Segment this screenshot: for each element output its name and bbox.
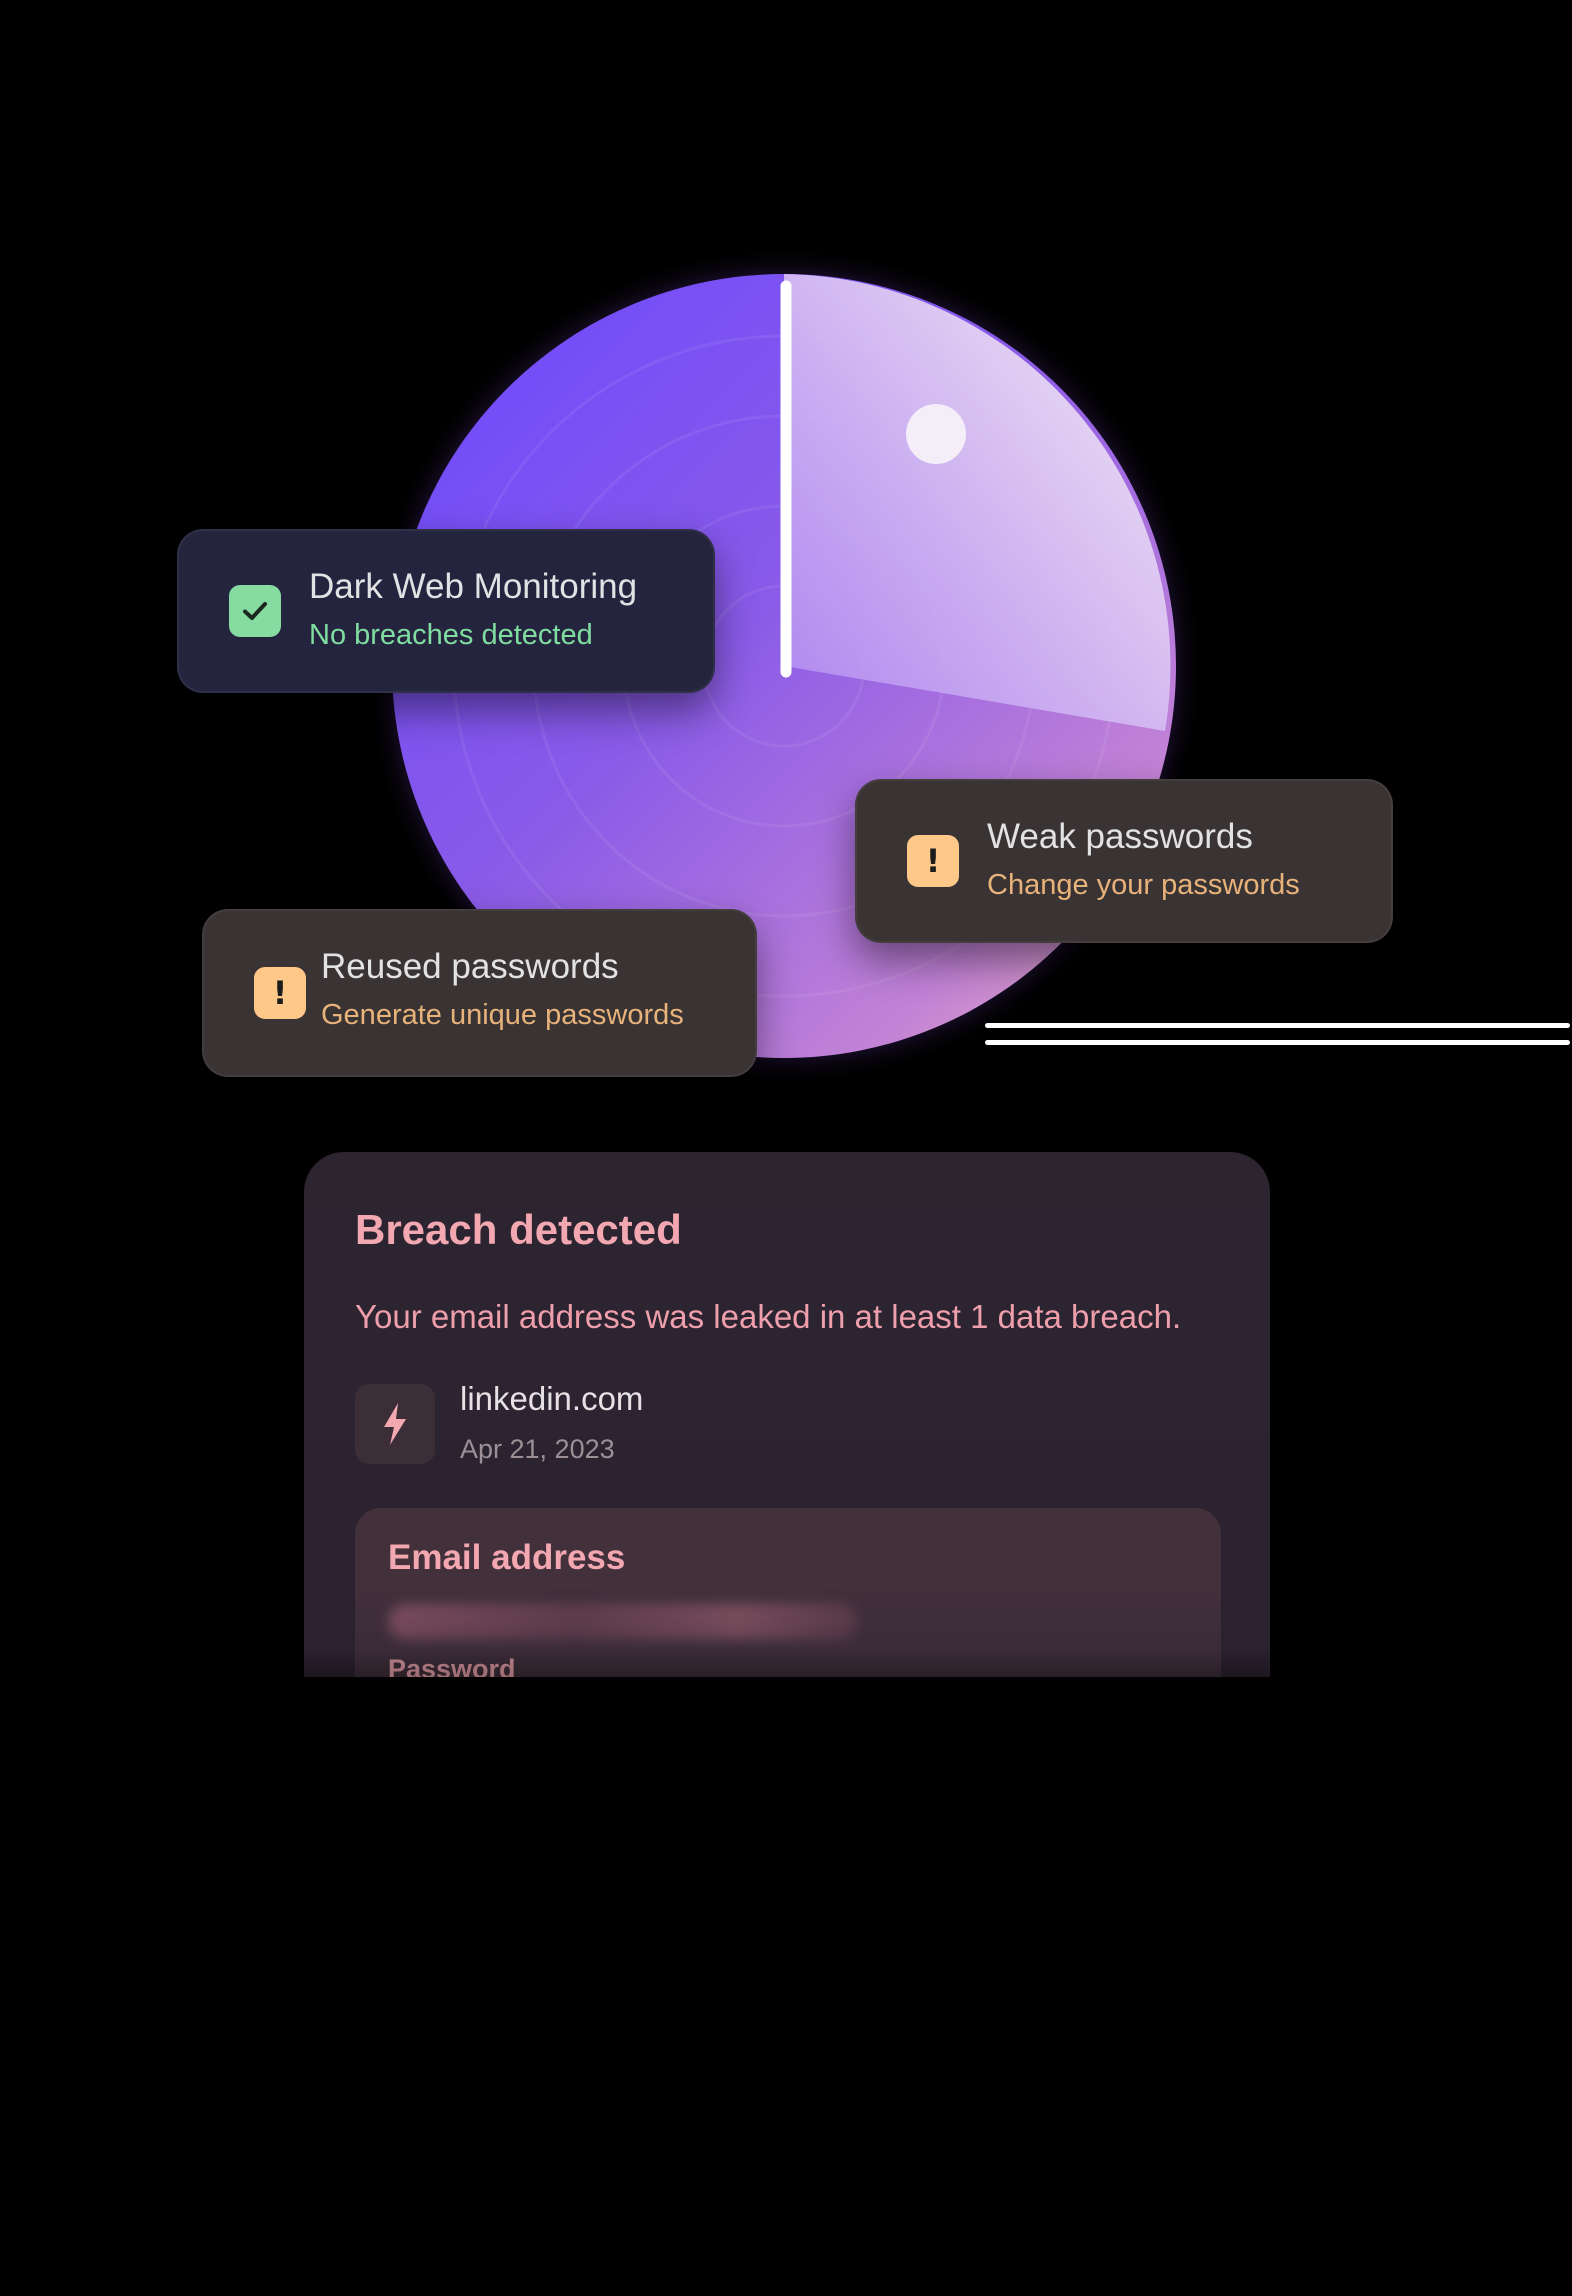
breach-details-box: Email address Password [355, 1508, 1221, 1677]
exclamation-icon: ! [254, 967, 306, 1019]
illustration-stage: Dark Web Monitoring No breaches detected… [0, 0, 1572, 2296]
dark-web-monitoring-card[interactable]: Dark Web Monitoring No breaches detected [177, 529, 715, 693]
radar-sweep [784, 274, 1171, 731]
card-title: Dark Web Monitoring [309, 567, 638, 606]
breach-description: Your email address was leaked in at leas… [355, 1298, 1182, 1335]
streak-line [985, 1040, 1570, 1045]
breach-site-date: Apr 21, 2023 [460, 1434, 615, 1464]
card-title: Weak passwords [987, 817, 1253, 856]
weak-passwords-card[interactable]: ! Weak passwords Change your passwords [855, 779, 1393, 943]
redacted-email-value [388, 1604, 858, 1640]
card-title: Reused passwords [321, 947, 619, 986]
checkmark-icon [229, 585, 281, 637]
reused-passwords-card[interactable]: ! Reused passwords Generate unique passw… [202, 909, 757, 1077]
password-label: Password [388, 1654, 516, 1677]
card-subtitle: Generate unique passwords [321, 999, 684, 1031]
lightning-icon [355, 1384, 435, 1464]
breach-panel: Breach detected Your email address was l… [304, 1152, 1270, 1677]
exclamation-icon: ! [907, 835, 959, 887]
card-subtitle: Change your passwords [987, 869, 1300, 901]
email-address-label: Email address [388, 1538, 626, 1577]
radar-blip [906, 404, 966, 464]
streak-line [985, 1023, 1570, 1028]
breach-site-name[interactable]: linkedin.com [460, 1380, 643, 1418]
card-subtitle: No breaches detected [309, 619, 593, 651]
breach-title: Breach detected [355, 1206, 682, 1253]
